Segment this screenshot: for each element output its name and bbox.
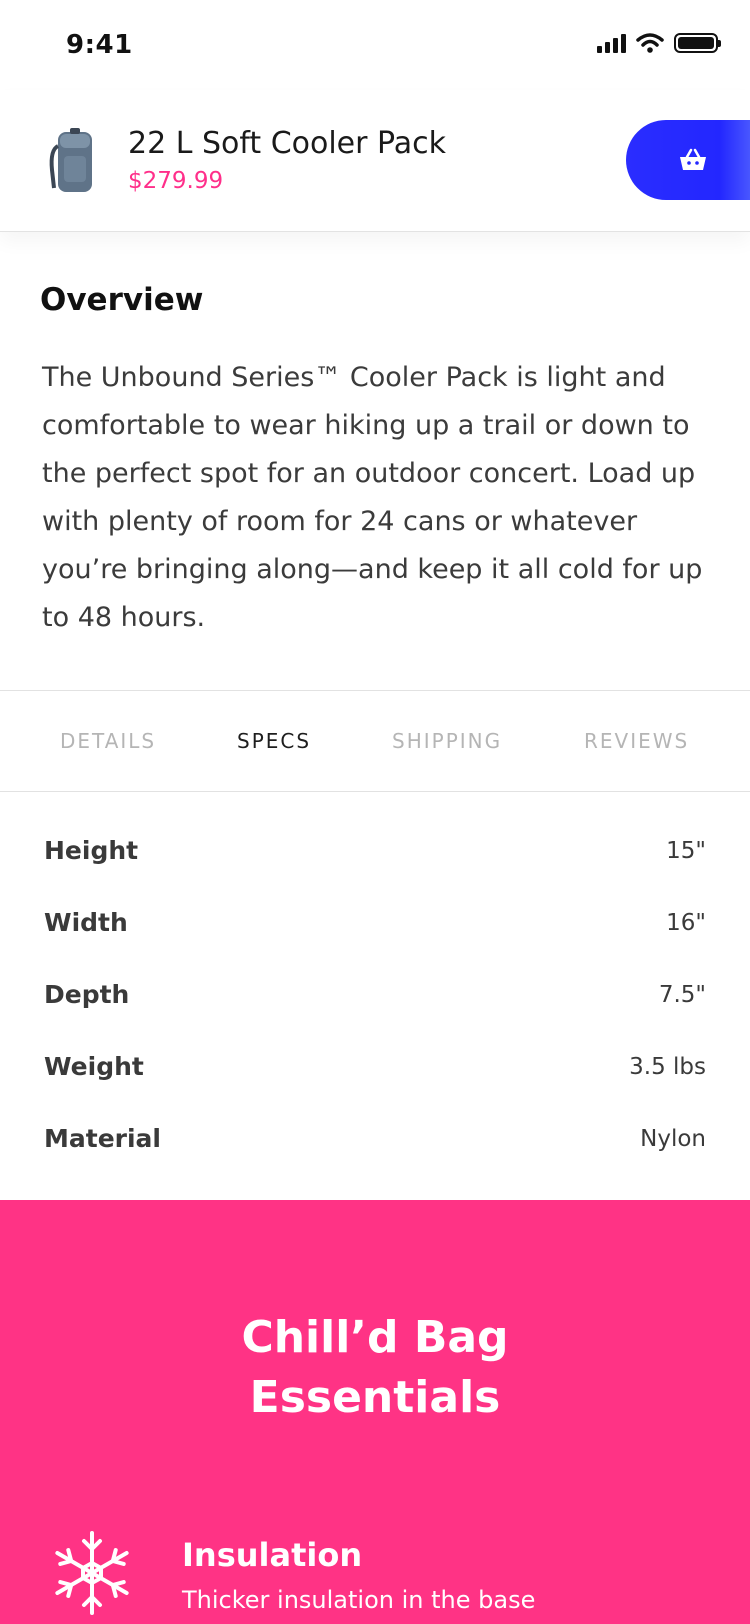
feature-description: Thicker insulation in the base	[182, 1586, 536, 1614]
overview-description: The Unbound Series™ Cooler Pack is light…	[42, 362, 703, 633]
basket-icon	[680, 148, 706, 170]
spec-label: Material	[44, 1124, 161, 1153]
cooler-backpack-thumbnail[interactable]	[46, 126, 100, 198]
spec-row-depth: Depth 7.5"	[42, 980, 706, 1020]
wifi-icon	[636, 33, 664, 53]
status-icons	[597, 33, 721, 53]
spec-label: Depth	[44, 980, 130, 1009]
essentials-heading-line2: Essentials	[249, 1372, 501, 1423]
spec-row-height: Height 15"	[42, 836, 706, 876]
feature-title: Insulation	[182, 1536, 363, 1574]
spec-label: Width	[44, 908, 128, 937]
product-title: 22 L Soft Cooler Pack	[128, 126, 447, 161]
overview-heading: Overview	[40, 282, 204, 318]
battery-icon	[674, 33, 721, 53]
spec-label: Weight	[44, 1052, 144, 1081]
spec-value: 15"	[666, 838, 706, 864]
spec-label: Height	[44, 836, 139, 865]
product-price: $279.99	[128, 168, 224, 194]
tab-shipping[interactable]: SHIPPING	[392, 729, 502, 753]
spec-row-weight: Weight 3.5 lbs	[42, 1052, 706, 1092]
product-header: 22 L Soft Cooler Pack $279.99	[0, 90, 750, 232]
spec-row-width: Width 16"	[42, 908, 706, 948]
status-bar: 9:41	[0, 0, 750, 90]
essentials-section: Chill’d Bag Essentials Insulation Thicke…	[0, 1200, 750, 1624]
spec-row-material: Material Nylon	[42, 1124, 706, 1164]
status-time: 9:41	[66, 30, 133, 60]
spec-value: 7.5"	[658, 982, 706, 1008]
tab-specs[interactable]: SPECS	[237, 729, 311, 753]
spec-value: Nylon	[640, 1126, 706, 1152]
spec-value: 3.5 lbs	[629, 1054, 706, 1080]
spec-value: 16"	[666, 910, 706, 936]
snowflake-icon	[55, 1531, 129, 1615]
cellular-signal-icon	[597, 33, 626, 53]
product-tabs: DETAILS SPECS SHIPPING REVIEWS	[0, 690, 750, 792]
add-to-cart-button[interactable]	[626, 120, 750, 200]
essentials-heading-line1: Chill’d Bag	[241, 1312, 509, 1363]
essentials-heading: Chill’d Bag Essentials	[0, 1308, 750, 1428]
tab-reviews[interactable]: REVIEWS	[584, 729, 689, 753]
tab-details[interactable]: DETAILS	[60, 729, 156, 753]
